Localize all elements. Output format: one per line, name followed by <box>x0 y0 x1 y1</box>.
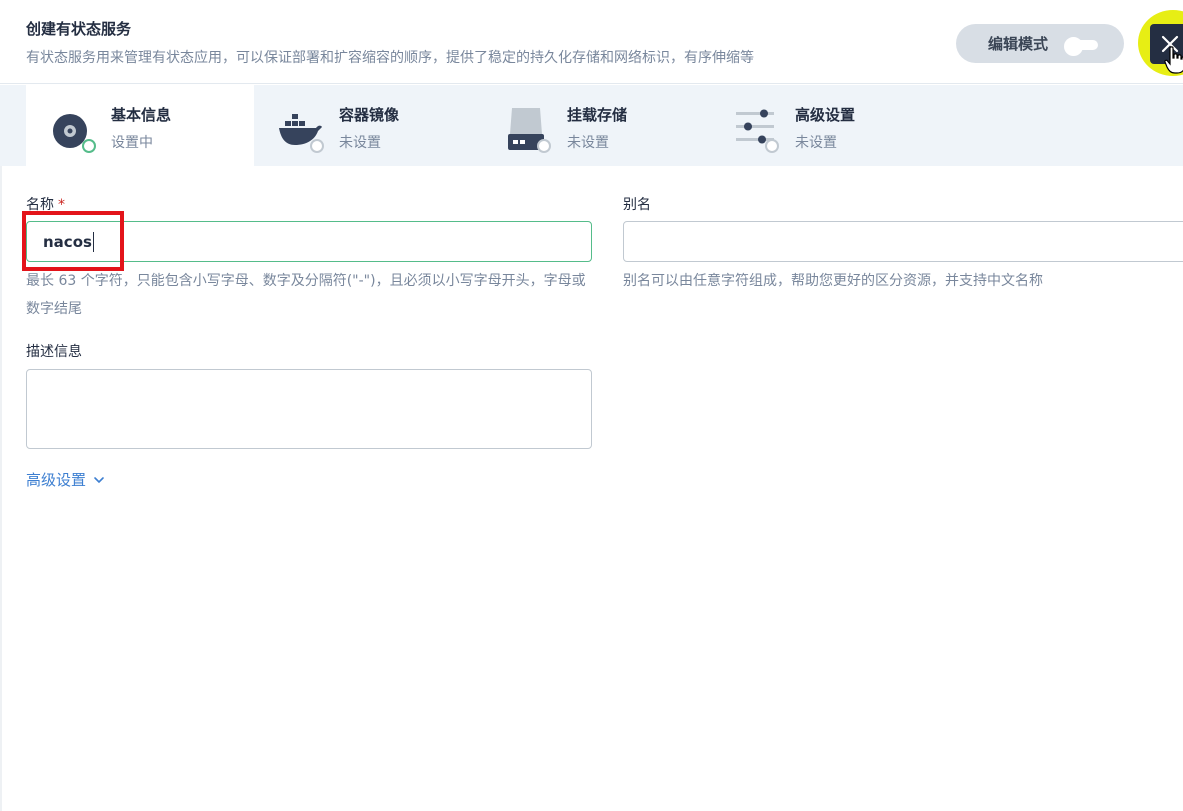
tab-advanced-settings-status: 未设置 <box>795 135 837 151</box>
toggle-switch-icon <box>1064 37 1098 56</box>
tab-mount-storage[interactable]: 挂载存储 未设置 <box>482 85 710 166</box>
modal-description: 有状态服务用来管理有状态应用，可以保证部署和扩容缩容的顺序，提供了稳定的持久化存… <box>26 50 754 66</box>
alias-help-text: 别名可以由任意字符组成，帮助您更好的区分资源，并支持中文名称 <box>623 273 1043 289</box>
status-dot-pending <box>537 139 551 153</box>
advanced-settings-link[interactable]: 高级设置 <box>26 469 106 490</box>
tab-basic-info-status: 设置中 <box>111 135 153 151</box>
tab-basic-info[interactable]: 基本信息 设置中 <box>26 85 254 166</box>
name-help-text: 最长 63 个字符，只能包含小写字母、数字及分隔符("-")，且必须以小写字母开… <box>26 273 586 317</box>
modal-title: 创建有状态服务 <box>26 20 132 38</box>
tab-container-image-status: 未设置 <box>339 135 381 151</box>
annotation-highlight-box <box>22 211 124 271</box>
modal-header: 创建有状态服务 有状态服务用来管理有状态应用，可以保证部署和扩容缩容的顺序，提供… <box>0 0 1183 84</box>
chevron-down-icon <box>94 476 104 483</box>
status-dot-active <box>82 139 96 153</box>
tab-advanced-settings[interactable]: 高级设置 未设置 <box>710 85 938 166</box>
panel-edge <box>0 166 2 811</box>
tab-container-image[interactable]: 容器镜像 未设置 <box>254 85 482 166</box>
alias-input[interactable] <box>623 221 1183 262</box>
description-textarea[interactable] <box>26 369 592 449</box>
advanced-settings-link-label: 高级设置 <box>26 471 87 489</box>
tab-container-image-label: 容器镜像 <box>339 106 400 124</box>
description-label: 描述信息 <box>26 344 82 360</box>
tab-mount-storage-label: 挂载存储 <box>567 106 628 124</box>
alias-label: 别名 <box>623 197 651 213</box>
edit-mode-toggle[interactable]: 编辑模式 <box>956 24 1124 63</box>
tab-basic-info-label: 基本信息 <box>111 106 172 124</box>
tab-mount-storage-status: 未设置 <box>567 135 609 151</box>
step-tabs: 基本信息 设置中 容器镜像 未设置 挂载存储 未设置 高级设置 未设置 <box>0 85 1183 166</box>
edit-mode-label: 编辑模式 <box>988 35 1049 53</box>
status-dot-pending <box>310 139 324 153</box>
hand-cursor-icon <box>1164 46 1183 74</box>
tab-advanced-settings-label: 高级设置 <box>795 106 856 124</box>
status-dot-pending <box>765 139 779 153</box>
